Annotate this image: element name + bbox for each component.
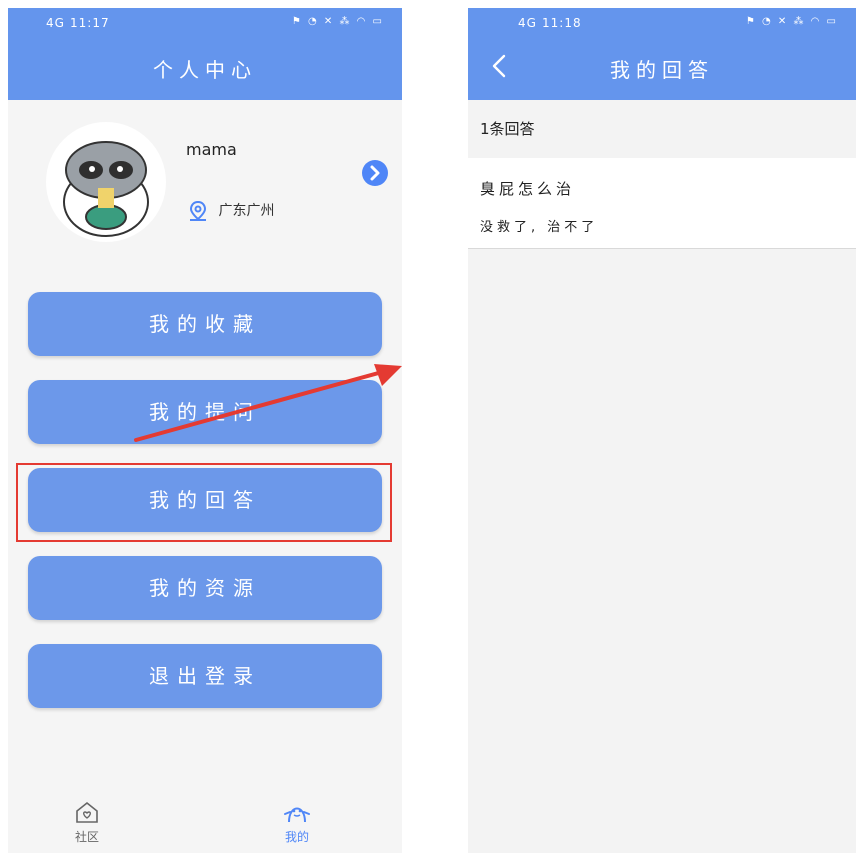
profile-detail-button[interactable] (362, 160, 388, 186)
status-network: 4G (46, 16, 65, 30)
status-bar: 4G 11:17 ⚑ ◔ ✕ ⁂ ◠ ▭ (8, 8, 402, 38)
location-label: 广东广州 (218, 203, 275, 219)
page-title: 个人中心 (153, 58, 257, 82)
tab-community-label: 社区 (74, 830, 99, 844)
profile-header: mama 广东广州 (8, 100, 402, 260)
my-answers-screen: 4G 11:18 ⚑ ◔ ✕ ⁂ ◠ ▭ 我的回答 1条回答 臭屁怎么治 没救了… (468, 8, 856, 853)
profile-screen: 4G 11:17 ⚑ ◔ ✕ ⁂ ◠ ▭ 个人中心 mama 广东广州 我的收藏… (8, 8, 402, 853)
answer-text: 没救了, 治不了 (480, 220, 599, 235)
tab-community[interactable]: 社区 (74, 800, 100, 845)
avatar[interactable] (46, 122, 166, 242)
my-favorites-button[interactable]: 我的收藏 (28, 292, 382, 356)
status-time: 11:18 (542, 16, 582, 30)
status-time: 11:17 (70, 16, 110, 30)
status-network: 4G (518, 16, 537, 30)
my-questions-button[interactable]: 我的提问 (28, 380, 382, 444)
location: 广东广州 (188, 200, 274, 222)
my-resources-button[interactable]: 我的资源 (28, 556, 382, 620)
tab-mine-label: 我的 (284, 830, 309, 844)
highlight-box (16, 463, 392, 542)
answer-item[interactable]: 臭屁怎么治 没救了, 治不了 (468, 158, 856, 249)
status-icons: ⚑ ◔ ✕ ⁂ ◠ ▭ (745, 16, 838, 27)
status-icons: ⚑ ◔ ✕ ⁂ ◠ ▭ (291, 16, 384, 27)
tab-mine[interactable]: 我的 (283, 798, 311, 845)
home-heart-icon (76, 801, 98, 823)
tab-bar: 社区 我的 (8, 783, 402, 853)
location-pin-icon (188, 200, 208, 222)
page-title: 我的回答 (610, 58, 714, 82)
person-icon (284, 807, 310, 823)
answer-count: 1条回答 (468, 100, 856, 158)
app-bar: 个人中心 (8, 38, 402, 100)
answer-question: 臭屁怎么治 (480, 180, 576, 198)
username: mama (186, 140, 237, 159)
status-bar: 4G 11:18 ⚑ ◔ ✕ ⁂ ◠ ▭ (468, 8, 856, 38)
app-bar: 我的回答 (468, 38, 856, 100)
logout-button[interactable]: 退出登录 (28, 644, 382, 708)
chevron-right-icon (370, 165, 380, 181)
